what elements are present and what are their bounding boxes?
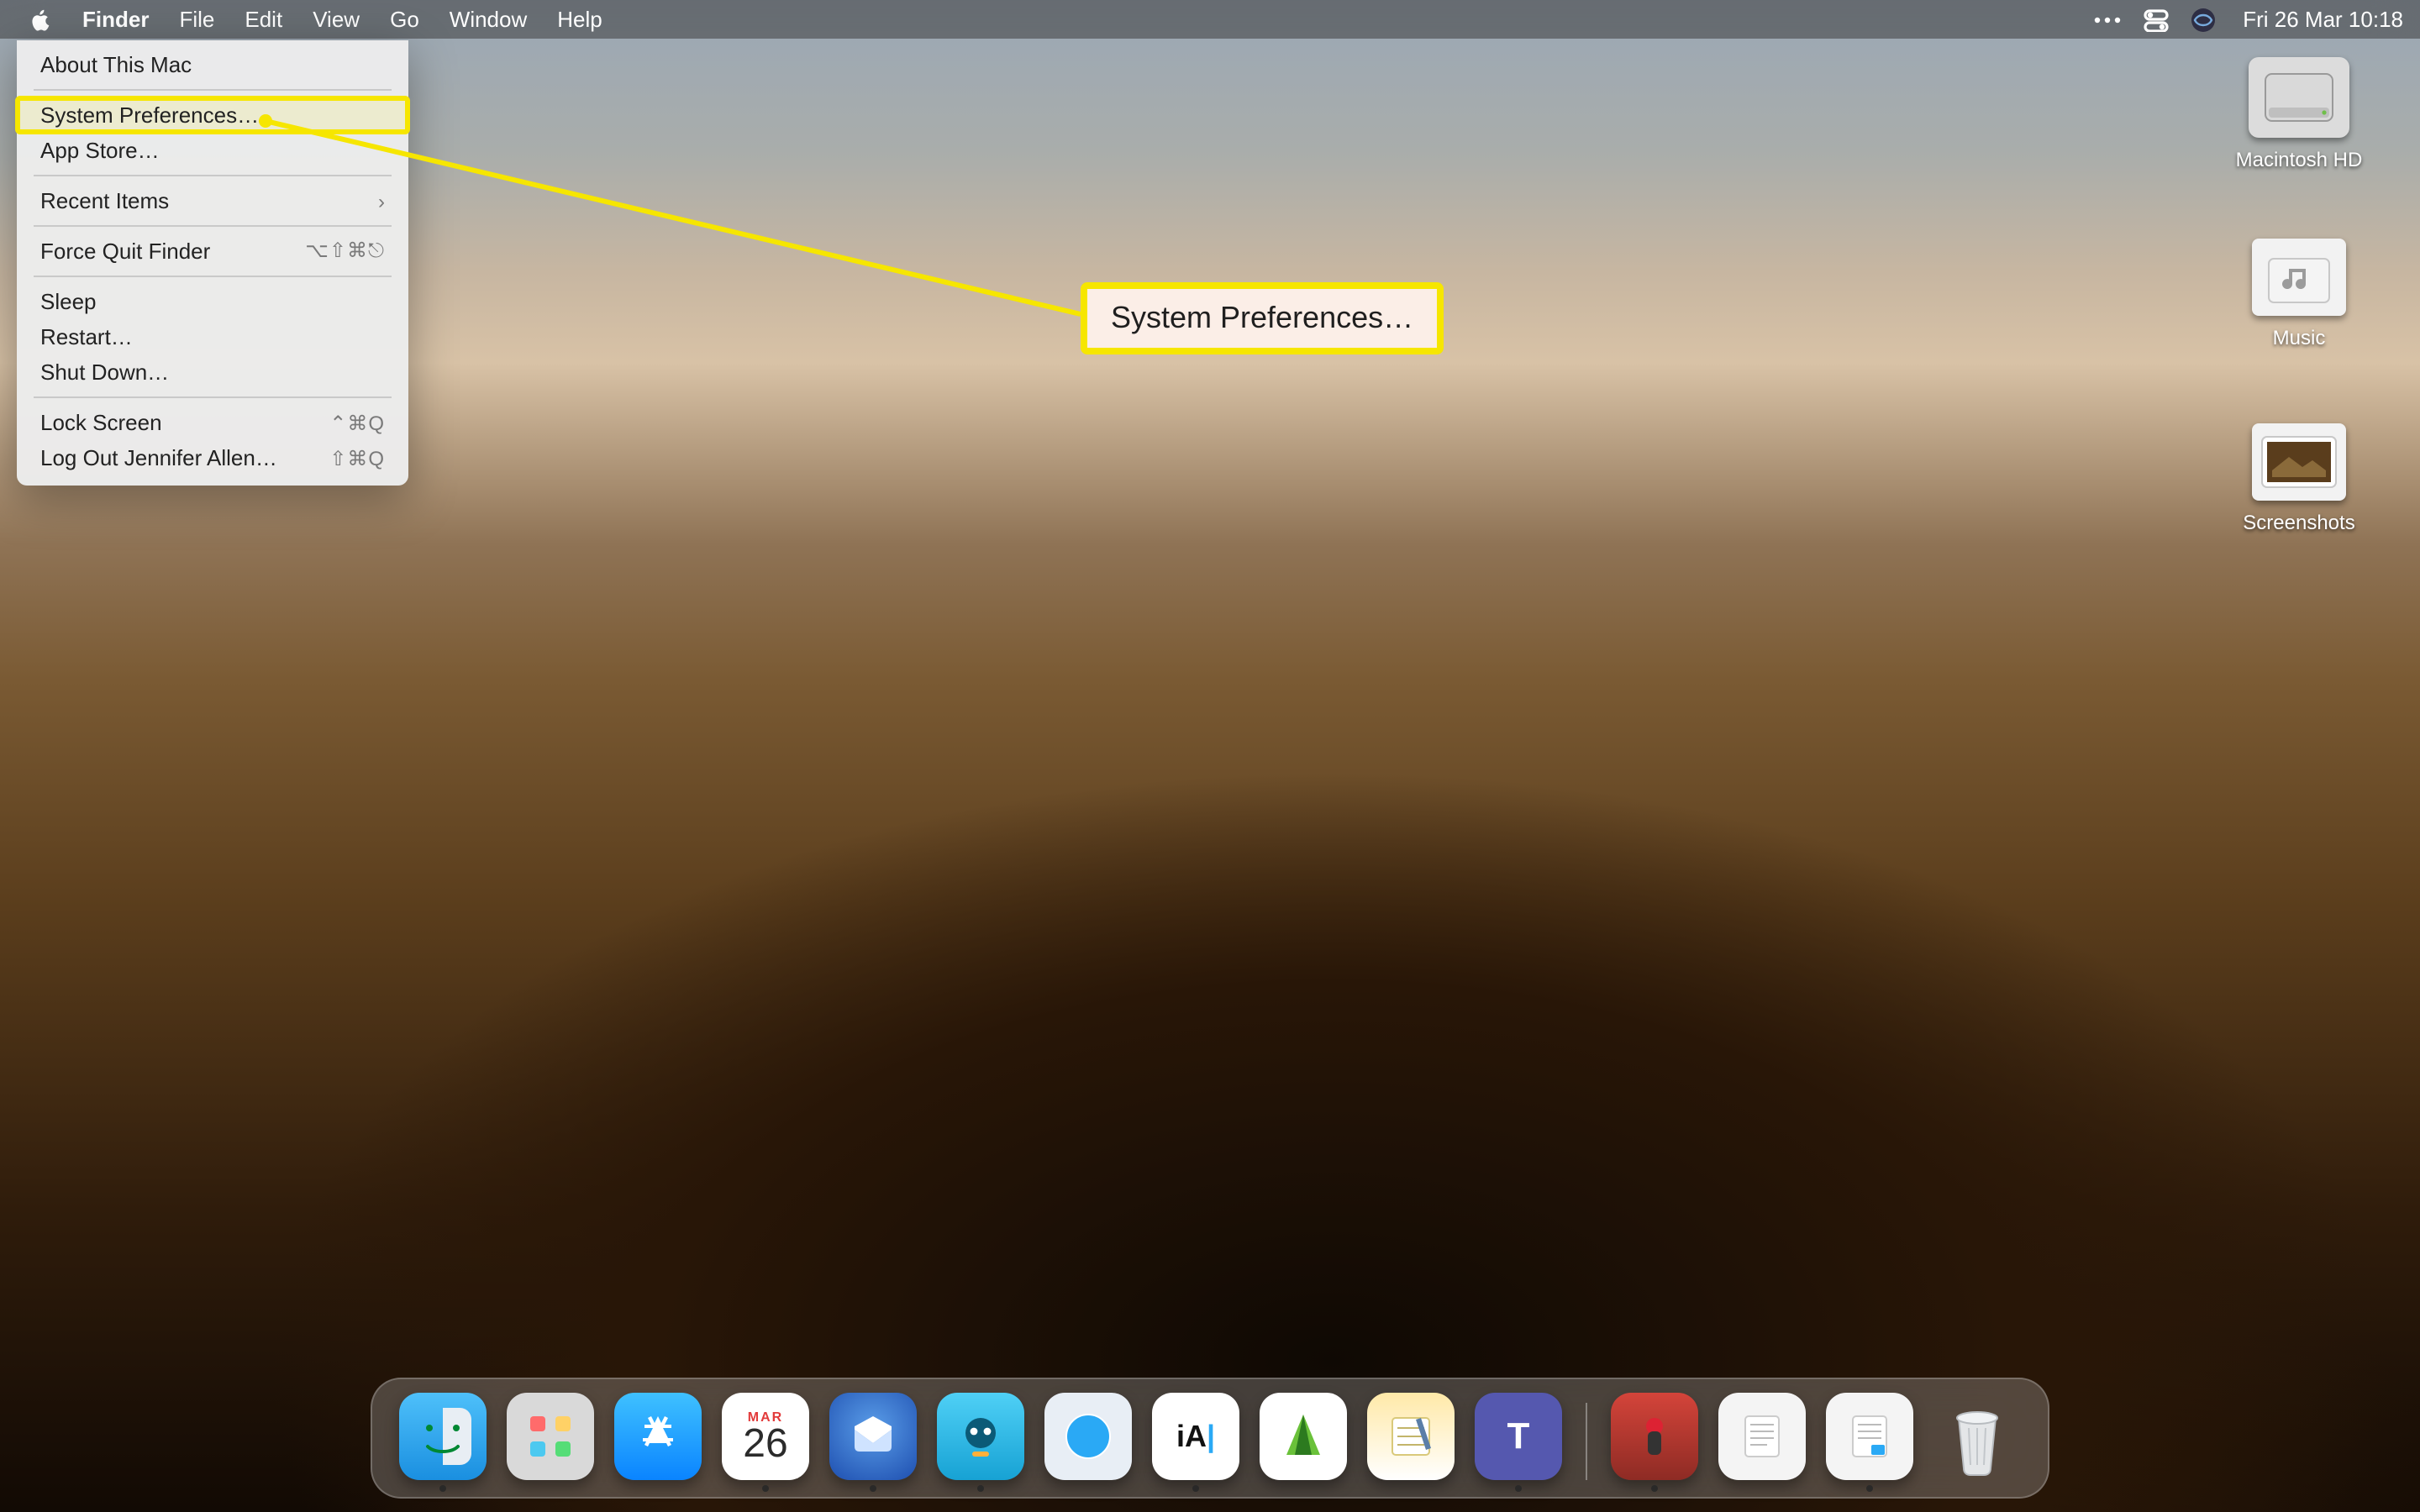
- dock-app-openemu[interactable]: [1611, 1393, 1698, 1480]
- apple-dropdown-menu: About This Mac System Preferences… App S…: [17, 40, 408, 486]
- menu-item-label: Force Quit Finder: [40, 239, 210, 264]
- menu-item-label: System Preferences…: [40, 102, 259, 128]
- chevron-right-icon: ›: [378, 189, 385, 213]
- menu-restart[interactable]: Restart…: [17, 319, 408, 354]
- menu-item-label: Restart…: [40, 324, 133, 349]
- dock-app-finder[interactable]: [399, 1393, 487, 1480]
- menu-separator: [34, 89, 392, 91]
- dock-trash[interactable]: [1933, 1393, 2021, 1480]
- siri-icon[interactable]: [2189, 6, 2216, 33]
- menu-item-label: About This Mac: [40, 52, 192, 77]
- menu-status-area: Fri 26 Mar 10:18: [2091, 6, 2403, 33]
- hard-drive-icon: [2249, 57, 2349, 138]
- dock-app-thunderbird[interactable]: [829, 1393, 917, 1480]
- macos-desktop: Finder File Edit View Go Window Help Fri…: [0, 0, 2420, 1512]
- menu-app-store[interactable]: App Store…: [17, 133, 408, 168]
- icon-label: Macintosh HD: [2236, 148, 2363, 171]
- menu-shortcut: ⇧⌘Q: [329, 446, 385, 470]
- menu-go[interactable]: Go: [375, 7, 434, 32]
- menu-bar: Finder File Edit View Go Window Help Fri…: [0, 0, 2420, 39]
- callout-text: System Preferences…: [1111, 301, 1413, 334]
- menu-separator: [34, 396, 392, 398]
- menu-help[interactable]: Help: [542, 7, 618, 32]
- folder-music-icon: [2252, 239, 2346, 316]
- overflow-icon[interactable]: [2091, 8, 2122, 31]
- menu-force-quit[interactable]: Force Quit Finder ⌥⇧⌘⎋: [17, 234, 408, 269]
- menu-system-preferences[interactable]: System Preferences…: [17, 97, 408, 133]
- menu-item-label: Log Out Jennifer Allen…: [40, 445, 277, 470]
- menu-separator: [34, 225, 392, 227]
- menu-item-label: Lock Screen: [40, 410, 162, 435]
- menu-shut-down[interactable]: Shut Down…: [17, 354, 408, 390]
- control-center-icon[interactable]: [2142, 8, 2169, 31]
- menu-item-label: App Store…: [40, 138, 160, 163]
- dock-app-launchpad[interactable]: [507, 1393, 594, 1480]
- dock-app-app-store[interactable]: [614, 1393, 702, 1480]
- dock-app-safari[interactable]: [1044, 1393, 1132, 1480]
- menu-item-label: Sleep: [40, 289, 97, 314]
- menu-separator: [34, 175, 392, 176]
- folder-screenshots-icon: [2252, 423, 2346, 501]
- dock-app-notes[interactable]: [1367, 1393, 1455, 1480]
- dock-divider: [1586, 1403, 1587, 1480]
- dock-app-ia-writer[interactable]: iA|: [1152, 1393, 1239, 1480]
- menu-shortcut: ⌥⇧⌘⎋: [305, 239, 385, 264]
- menu-shortcut: ⌃⌘Q: [329, 411, 385, 434]
- menu-about-this-mac[interactable]: About This Mac: [17, 47, 408, 82]
- menu-clock[interactable]: Fri 26 Mar 10:18: [2236, 7, 2403, 32]
- menu-file[interactable]: File: [164, 7, 229, 32]
- dock: MAR 26 iA|: [371, 1378, 2049, 1499]
- dock-app-teams[interactable]: T: [1475, 1393, 1562, 1480]
- desktop-icon-macintosh-hd[interactable]: Macintosh HD: [2218, 57, 2380, 171]
- dock-app-komoot[interactable]: [1260, 1393, 1347, 1480]
- menu-separator: [34, 276, 392, 277]
- menu-app-name[interactable]: Finder: [67, 7, 164, 32]
- menu-item-label: Recent Items: [40, 188, 169, 213]
- icon-label: Music: [2273, 326, 2326, 349]
- menu-recent-items[interactable]: Recent Items ›: [17, 183, 408, 218]
- menu-window[interactable]: Window: [434, 7, 543, 32]
- menu-lock-screen[interactable]: Lock Screen ⌃⌘Q: [17, 405, 408, 440]
- annotation-callout: System Preferences…: [1081, 282, 1444, 354]
- desktop-icon-screenshots[interactable]: Screenshots: [2218, 423, 2380, 534]
- dock-document-1[interactable]: [1718, 1393, 1806, 1480]
- dock-app-calendar[interactable]: MAR 26: [722, 1393, 809, 1480]
- icon-label: Screenshots: [2243, 511, 2354, 534]
- menu-item-label: Shut Down…: [40, 360, 169, 385]
- dock-document-2[interactable]: [1826, 1393, 1913, 1480]
- menu-view[interactable]: View: [297, 7, 375, 32]
- menu-log-out[interactable]: Log Out Jennifer Allen… ⇧⌘Q: [17, 440, 408, 475]
- menu-sleep[interactable]: Sleep: [17, 284, 408, 319]
- desktop-icon-music[interactable]: Music: [2218, 239, 2380, 349]
- menu-edit[interactable]: Edit: [229, 7, 297, 32]
- dock-app-tweetbot[interactable]: [937, 1393, 1024, 1480]
- apple-menu-icon[interactable]: [20, 8, 60, 31]
- calendar-day-label: 26: [743, 1424, 787, 1464]
